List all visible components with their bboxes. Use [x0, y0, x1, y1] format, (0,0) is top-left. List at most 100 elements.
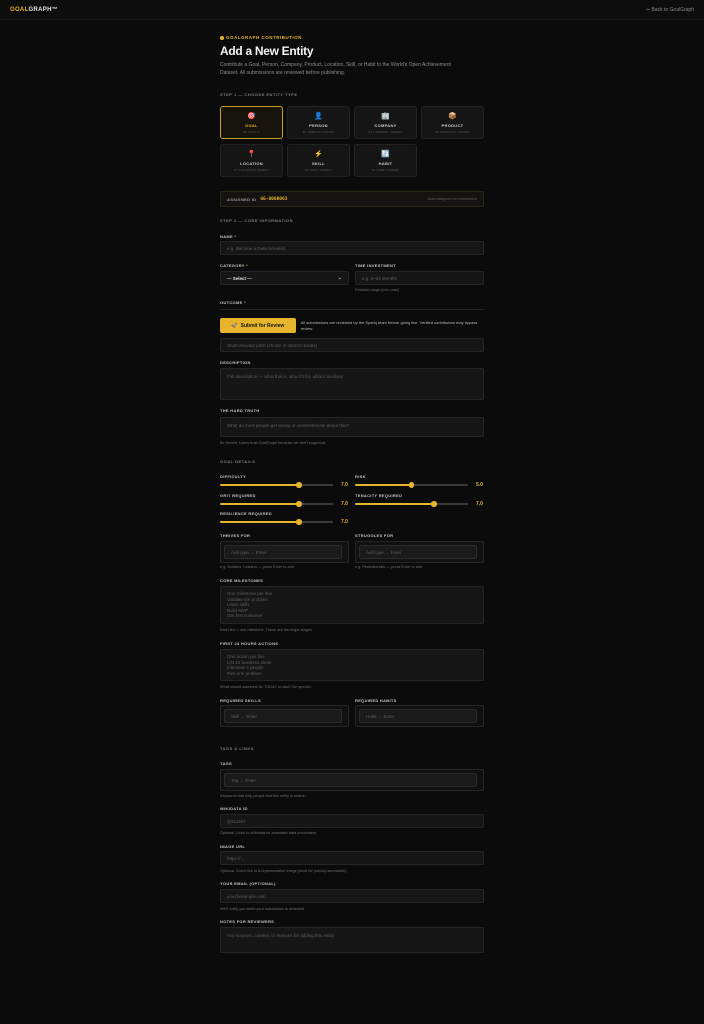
- eyebrow: GOALGRAPH CONTRIBUTION: [220, 35, 302, 40]
- entity-type-count: 87 SKILL NAMES: [305, 168, 332, 172]
- placeholder-line: Get first customer: [227, 613, 263, 618]
- slider-grit-required[interactable]: [220, 500, 333, 508]
- category-select[interactable]: — Select — ⌄: [220, 271, 349, 285]
- habit-icon: 🔄: [381, 151, 390, 158]
- slider-thumb[interactable]: [296, 519, 302, 525]
- company-icon: 🏢: [381, 113, 390, 120]
- required-marker: *: [245, 263, 248, 268]
- slider-thumb[interactable]: [296, 501, 302, 507]
- entity-type-location[interactable]: 📍 LOCATION 87 LOCATION NAMES: [220, 144, 283, 177]
- hard-truth-label: THE HARD TRUTH: [220, 408, 260, 413]
- assigned-id-value: GG-0000063: [260, 196, 288, 202]
- outcome-input-edge: [220, 309, 484, 311]
- assigned-id-label: ASSIGNED ID: [227, 196, 257, 202]
- wikidata-label: WIKIDATA ID: [220, 806, 248, 811]
- entity-type-name: COMPANY: [374, 123, 397, 128]
- struggles-input[interactable]: Add type → Enter: [359, 545, 477, 559]
- slider-risk[interactable]: [355, 481, 468, 489]
- top-bar: GOALGRAPH™ ⇦ Back to GoalGraph: [0, 0, 704, 20]
- thrives-input[interactable]: Add type → Enter: [224, 545, 342, 559]
- entity-type-skill[interactable]: ⚡ SKILL 87 SKILL NAMES: [287, 144, 350, 177]
- entity-type-habit[interactable]: 🔄 HABIT 87 HABIT NAMES: [354, 144, 417, 177]
- slider-thumb[interactable]: [431, 501, 437, 507]
- tags-input[interactable]: Tag → Enter: [224, 773, 477, 787]
- skills-input[interactable]: Skill → Enter: [224, 709, 342, 723]
- outcome-label-text: OUTCOME: [220, 300, 243, 305]
- logo[interactable]: GOALGRAPH™: [10, 7, 58, 13]
- thrives-tag-box: Add type → Enter: [220, 541, 349, 563]
- thrives-label: THRIVES FOR: [220, 533, 251, 538]
- skills-label: REQUIRED SKILLS: [220, 698, 261, 703]
- struggles-tag-box: Add type → Enter: [355, 541, 484, 563]
- name-label: NAME *: [220, 234, 236, 239]
- struggles-hint: e.g. Perfectionists — press Enter to add: [355, 565, 423, 569]
- tags-tag-box: Tag → Enter: [220, 769, 484, 791]
- step1-title: STEP 1 — CHOOSE ENTITY TYPE: [220, 92, 298, 97]
- entity-type-product[interactable]: 📦 PRODUCT 87 PRODUCT NAMES: [421, 106, 484, 139]
- slider-value: 7.0: [341, 519, 348, 525]
- slider-fill: [220, 521, 300, 523]
- name-label-text: NAME: [220, 234, 233, 239]
- slider-fill: [220, 503, 300, 505]
- first24-hint: What should someone do TODAY to start? B…: [220, 685, 312, 689]
- slider-label: RESILIENCE REQUIRED: [220, 511, 272, 516]
- description-textarea[interactable]: Full description — what this is, who it'…: [220, 368, 484, 400]
- notes-textarea[interactable]: Any sources, context, or reasons for add…: [220, 927, 484, 953]
- first24-textarea[interactable]: One action per line List 10 business idea…: [220, 649, 484, 681]
- milestones-hint: Each line = one milestone. These are the…: [220, 628, 313, 632]
- entity-type-name: HABIT: [378, 161, 393, 166]
- back-link[interactable]: ⇦ Back to GoalGraph: [646, 7, 694, 13]
- slider-thumb[interactable]: [296, 482, 302, 488]
- slider-difficulty[interactable]: [220, 481, 333, 489]
- slider-fill: [355, 503, 435, 505]
- assigned-id-note: Auto-assigned on submission: [427, 197, 477, 201]
- intro-line-1: Contribute a Goal, Person, Company, Prod…: [220, 62, 451, 68]
- product-icon: 📦: [448, 113, 457, 120]
- slider-label: GRIT REQUIRED: [220, 493, 256, 498]
- image-url-label: IMAGE URL: [220, 844, 246, 849]
- entity-type-goal[interactable]: 🎯 GOAL 82 GOALS: [220, 106, 283, 139]
- email-hint: We'll notify you when your submission is…: [220, 907, 306, 911]
- time-input[interactable]: e.g. 6–24 Months: [355, 271, 484, 285]
- eyebrow-dot-icon: [220, 35, 224, 40]
- category-label: CATEGORY *: [220, 263, 248, 268]
- category-label-text: CATEGORY: [220, 263, 245, 268]
- first24-label: FIRST 24 HOURS ACTIONS: [220, 641, 279, 646]
- entity-type-person[interactable]: 👤 PERSON 87 PERSON NAMES: [287, 106, 350, 139]
- name-input[interactable]: e.g. Become a Data Scientist: [220, 241, 484, 255]
- goal-details-title: GOAL DETAILS: [220, 459, 256, 464]
- image-url-input[interactable]: https://...: [220, 851, 484, 865]
- slider-value: 5.0: [476, 482, 483, 488]
- slider-label: RISK: [355, 474, 366, 479]
- wikidata-input[interactable]: Q312367: [220, 814, 484, 828]
- submit-button[interactable]: 🚀 Submit for Review: [220, 318, 296, 333]
- wikidata-hint: Optional. Links to Wikidata for automati…: [220, 831, 318, 835]
- milestones-textarea[interactable]: One milestone per line Validate the probl…: [220, 586, 484, 624]
- slider-value: 7.0: [341, 482, 348, 488]
- eyebrow-text: GOALGRAPH CONTRIBUTION: [226, 35, 302, 40]
- hard-truth-textarea[interactable]: What do most people get wrong or underes…: [220, 417, 484, 437]
- short-description-input[interactable]: Short elevator pitch (shown in search re…: [220, 338, 484, 352]
- habits-input[interactable]: Habit → Enter: [359, 709, 477, 723]
- entity-type-count: 87 PERSON NAMES: [302, 130, 335, 134]
- time-hint: Realistic range (min–max): [355, 288, 400, 292]
- logo-accent: GOAL: [10, 7, 29, 13]
- struggles-label: STRUGGLES FOR: [355, 533, 394, 538]
- entity-type-count: 82 GOALS: [243, 130, 260, 134]
- email-input[interactable]: you@example.com: [220, 889, 484, 903]
- skill-icon: ⚡: [314, 151, 323, 158]
- time-label: TIME INVESTMENT: [355, 263, 396, 268]
- location-icon: 📍: [247, 151, 256, 158]
- person-icon: 👤: [314, 113, 323, 120]
- tags-label: TAGS: [220, 761, 233, 766]
- outcome-label: OUTCOME *: [220, 300, 246, 305]
- slider-thumb[interactable]: [408, 482, 415, 488]
- habits-tag-box: Habit → Enter: [355, 705, 484, 727]
- slider-fill: [355, 484, 412, 486]
- slider-resilience-required[interactable]: [220, 518, 333, 526]
- slider-tenacity-required[interactable]: [355, 500, 468, 508]
- entity-type-company[interactable]: 🏢 COMPANY 87 COMPANY NAMES: [354, 106, 417, 139]
- submit-bar: 🚀 Submit for Review All submissions are …: [220, 317, 484, 334]
- submit-button-label: Submit for Review: [240, 322, 285, 329]
- placeholder-line: Pick one problem: [227, 670, 262, 676]
